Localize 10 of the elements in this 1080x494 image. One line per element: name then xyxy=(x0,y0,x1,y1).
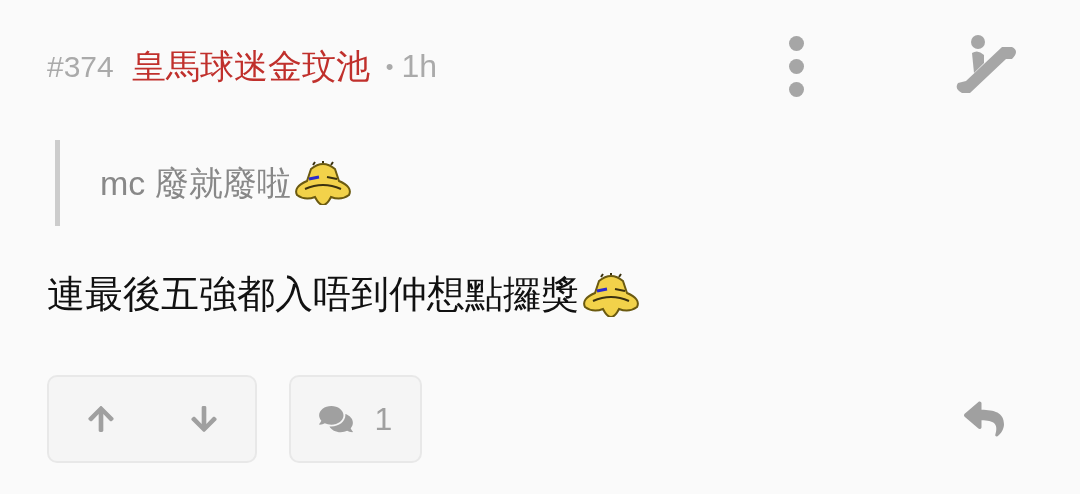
author-name[interactable]: 皇馬球迷金玟池 xyxy=(131,40,370,92)
post-number: #374 xyxy=(47,48,114,85)
comments-icon xyxy=(318,404,353,434)
more-options-button[interactable] xyxy=(789,35,804,97)
post-body: 連最後五強都入唔到仲想點攞獎 xyxy=(47,272,579,317)
post-time: 1h xyxy=(401,47,438,86)
downvote-icon[interactable] xyxy=(190,404,217,434)
separator: • xyxy=(385,52,394,81)
upvote-icon[interactable] xyxy=(87,404,114,434)
quoted-text: mc 廢就廢啦 xyxy=(100,162,291,204)
